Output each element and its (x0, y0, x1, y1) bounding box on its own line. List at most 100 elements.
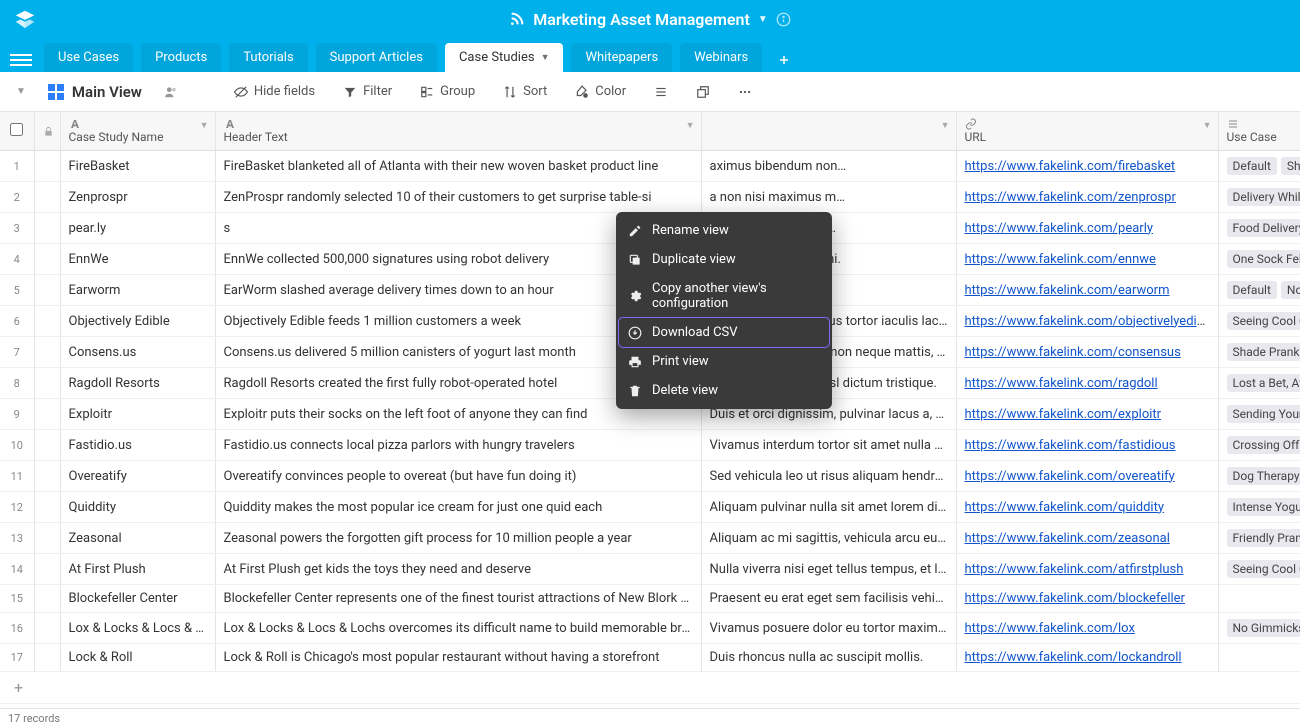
current-view[interactable]: Main View (48, 83, 142, 101)
cell-sub[interactable]: aximus bibendum non… (701, 151, 956, 182)
cell-name[interactable]: EnnWe (60, 244, 215, 275)
cell-url[interactable]: https://www.fakelink.com/fastidious (956, 430, 1218, 461)
app-logo[interactable] (14, 8, 36, 30)
table-row[interactable]: 15Blockefeller CenterBlockefeller Center… (0, 585, 1300, 613)
cell-name[interactable]: Consens.us (60, 337, 215, 368)
column-header-usecase[interactable]: Use Case (1218, 112, 1300, 151)
cell-header[interactable]: FireBasket blanketed all of Atlanta with… (215, 151, 701, 182)
cell-usecase[interactable] (1218, 585, 1300, 613)
cell-sub[interactable]: Aliquam ac mi sagittis, vehicula arcu eu… (701, 523, 956, 554)
hamburger-icon[interactable] (10, 48, 32, 72)
table-row[interactable]: 17Lock & RollLock & Roll is Chicago's mo… (0, 644, 1300, 672)
cell-usecase[interactable]: Delivery Whil (1218, 182, 1300, 213)
collaborators-icon[interactable] (158, 81, 184, 103)
cell-name[interactable]: Fastidio.us (60, 430, 215, 461)
cell-url[interactable]: https://www.fakelink.com/consensus (956, 337, 1218, 368)
cell-url[interactable]: https://www.fakelink.com/atfirstplush (956, 554, 1218, 585)
cell-url[interactable]: https://www.fakelink.com/earworm (956, 275, 1218, 306)
cell-name[interactable]: FireBasket (60, 151, 215, 182)
cell-header[interactable]: Zeasonal powers the forgotten gift proce… (215, 523, 701, 554)
cell-usecase[interactable]: Friendly Pran (1218, 523, 1300, 554)
color-button[interactable]: Color (569, 80, 632, 103)
cell-name[interactable]: Zenprospr (60, 182, 215, 213)
cell-usecase[interactable]: Seeing Cool C (1218, 554, 1300, 585)
menu-item-print-view[interactable]: Print view (616, 347, 832, 376)
sort-button[interactable]: Sort (497, 80, 553, 103)
column-header-hidden[interactable]: ▼ (701, 112, 956, 151)
cell-usecase[interactable]: Food Delivery (1218, 213, 1300, 244)
cell-usecase[interactable]: DefaultNo C (1218, 275, 1300, 306)
cell-name[interactable]: Objectively Edible (60, 306, 215, 337)
cell-name[interactable]: Lock & Roll (60, 644, 215, 672)
info-icon[interactable] (776, 12, 791, 27)
cell-usecase[interactable]: Lost a Bet, At (1218, 368, 1300, 399)
cell-usecase[interactable]: Intense Yogu (1218, 492, 1300, 523)
cell-sub[interactable]: Vivamus posuere dolor eu tortor maximus … (701, 613, 956, 644)
views-menu-caret[interactable]: ▼ (10, 82, 32, 101)
cell-header[interactable]: Overeatify convinces people to overeat (… (215, 461, 701, 492)
cell-sub[interactable]: Praesent eu erat eget sem facilisis vehi… (701, 585, 956, 613)
menu-item-download-csv[interactable]: Download CSV (619, 318, 829, 347)
cell-name[interactable]: Lox & Locks & Locs & Loc… (60, 613, 215, 644)
more-view-options-button[interactable] (732, 81, 758, 103)
cell-usecase[interactable]: Sending Your (1218, 399, 1300, 430)
cell-url[interactable]: https://www.fakelink.com/exploitr (956, 399, 1218, 430)
filter-button[interactable]: Filter (337, 80, 398, 103)
table-row[interactable]: 13ZeasonalZeasonal powers the forgotten … (0, 523, 1300, 554)
cell-url[interactable]: https://www.fakelink.com/ragdoll (956, 368, 1218, 399)
tab-support-articles[interactable]: Support Articles (316, 43, 437, 72)
cell-url[interactable]: https://www.fakelink.com/lockandroll (956, 644, 1218, 672)
menu-item-delete-view[interactable]: Delete view (616, 376, 832, 405)
cell-header[interactable]: ZenProspr randomly selected 10 of their … (215, 182, 701, 213)
cell-url[interactable]: https://www.fakelink.com/firebasket (956, 151, 1218, 182)
cell-sub[interactable]: Sed vehicula leo ut risus aliquam hendre… (701, 461, 956, 492)
menu-item-copy-another-view-s-configuration[interactable]: Copy another view's configuration (616, 274, 832, 318)
cell-usecase[interactable]: No Gimmicks (1218, 613, 1300, 644)
table-row[interactable]: 12QuiddityQuiddity makes the most popula… (0, 492, 1300, 523)
group-button[interactable]: Group (414, 80, 481, 103)
cell-name[interactable]: Quiddity (60, 492, 215, 523)
cell-sub[interactable]: a non nisi maximus m… (701, 182, 956, 213)
cell-usecase[interactable]: Shade Prank (1218, 337, 1300, 368)
cell-usecase[interactable]: DefaultSha (1218, 151, 1300, 182)
cell-header[interactable]: Lock & Roll is Chicago's most popular re… (215, 644, 701, 672)
cell-sub[interactable]: Nulla viverra nisi eget tellus tempus, e… (701, 554, 956, 585)
grid-viewport[interactable]: Case Study Name▼ Header Text▼ ▼ URL▼ Use… (0, 112, 1300, 708)
cell-header[interactable]: Lox & Locks & Locs & Lochs overcomes its… (215, 613, 701, 644)
tab-whitepapers[interactable]: Whitepapers (571, 43, 672, 72)
menu-item-rename-view[interactable]: Rename view (616, 216, 832, 245)
table-row[interactable]: 14At First PlushAt First Plush get kids … (0, 554, 1300, 585)
cell-url[interactable]: https://www.fakelink.com/blockefeller (956, 585, 1218, 613)
cell-url[interactable]: https://www.fakelink.com/overeatify (956, 461, 1218, 492)
cell-url[interactable]: https://www.fakelink.com/ennwe (956, 244, 1218, 275)
cell-url[interactable]: https://www.fakelink.com/zeasonal (956, 523, 1218, 554)
add-row-button[interactable]: + (0, 672, 1300, 704)
cell-url[interactable]: https://www.fakelink.com/lox (956, 613, 1218, 644)
cell-url[interactable]: https://www.fakelink.com/objectivelyedib… (956, 306, 1218, 337)
cell-header[interactable]: Quiddity makes the most popular ice crea… (215, 492, 701, 523)
cell-sub[interactable]: Duis rhoncus nulla ac suscipit mollis. (701, 644, 956, 672)
cell-name[interactable]: At First Plush (60, 554, 215, 585)
select-all[interactable] (0, 112, 34, 151)
cell-sub[interactable]: Aliquam pulvinar nulla sit amet lorem di… (701, 492, 956, 523)
cell-usecase[interactable] (1218, 644, 1300, 672)
cell-sub[interactable]: Vivamus interdum tortor sit amet nulla a… (701, 430, 956, 461)
row-height-button[interactable] (648, 81, 674, 103)
cell-name[interactable]: Ragdoll Resorts (60, 368, 215, 399)
cell-name[interactable]: pear.ly (60, 213, 215, 244)
cell-usecase[interactable]: Crossing Off (1218, 430, 1300, 461)
table-row[interactable]: 11OvereatifyOvereatify convinces people … (0, 461, 1300, 492)
cell-name[interactable]: Zeasonal (60, 523, 215, 554)
cell-header[interactable]: At First Plush get kids the toys they ne… (215, 554, 701, 585)
tab-webinars[interactable]: Webinars (680, 43, 762, 72)
hide-fields-button[interactable]: Hide fields (228, 80, 321, 103)
chevron-down-icon[interactable]: ▼ (758, 14, 768, 25)
cell-usecase[interactable]: Seeing Cool C (1218, 306, 1300, 337)
cell-url[interactable]: https://www.fakelink.com/quiddity (956, 492, 1218, 523)
column-header-url[interactable]: URL▼ (956, 112, 1218, 151)
tab-products[interactable]: Products (141, 43, 221, 72)
cell-url[interactable]: https://www.fakelink.com/pearly (956, 213, 1218, 244)
table-row[interactable]: 2ZenprosprZenProspr randomly selected 10… (0, 182, 1300, 213)
cell-name[interactable]: Earworm (60, 275, 215, 306)
cell-url[interactable]: https://www.fakelink.com/zenprospr (956, 182, 1218, 213)
